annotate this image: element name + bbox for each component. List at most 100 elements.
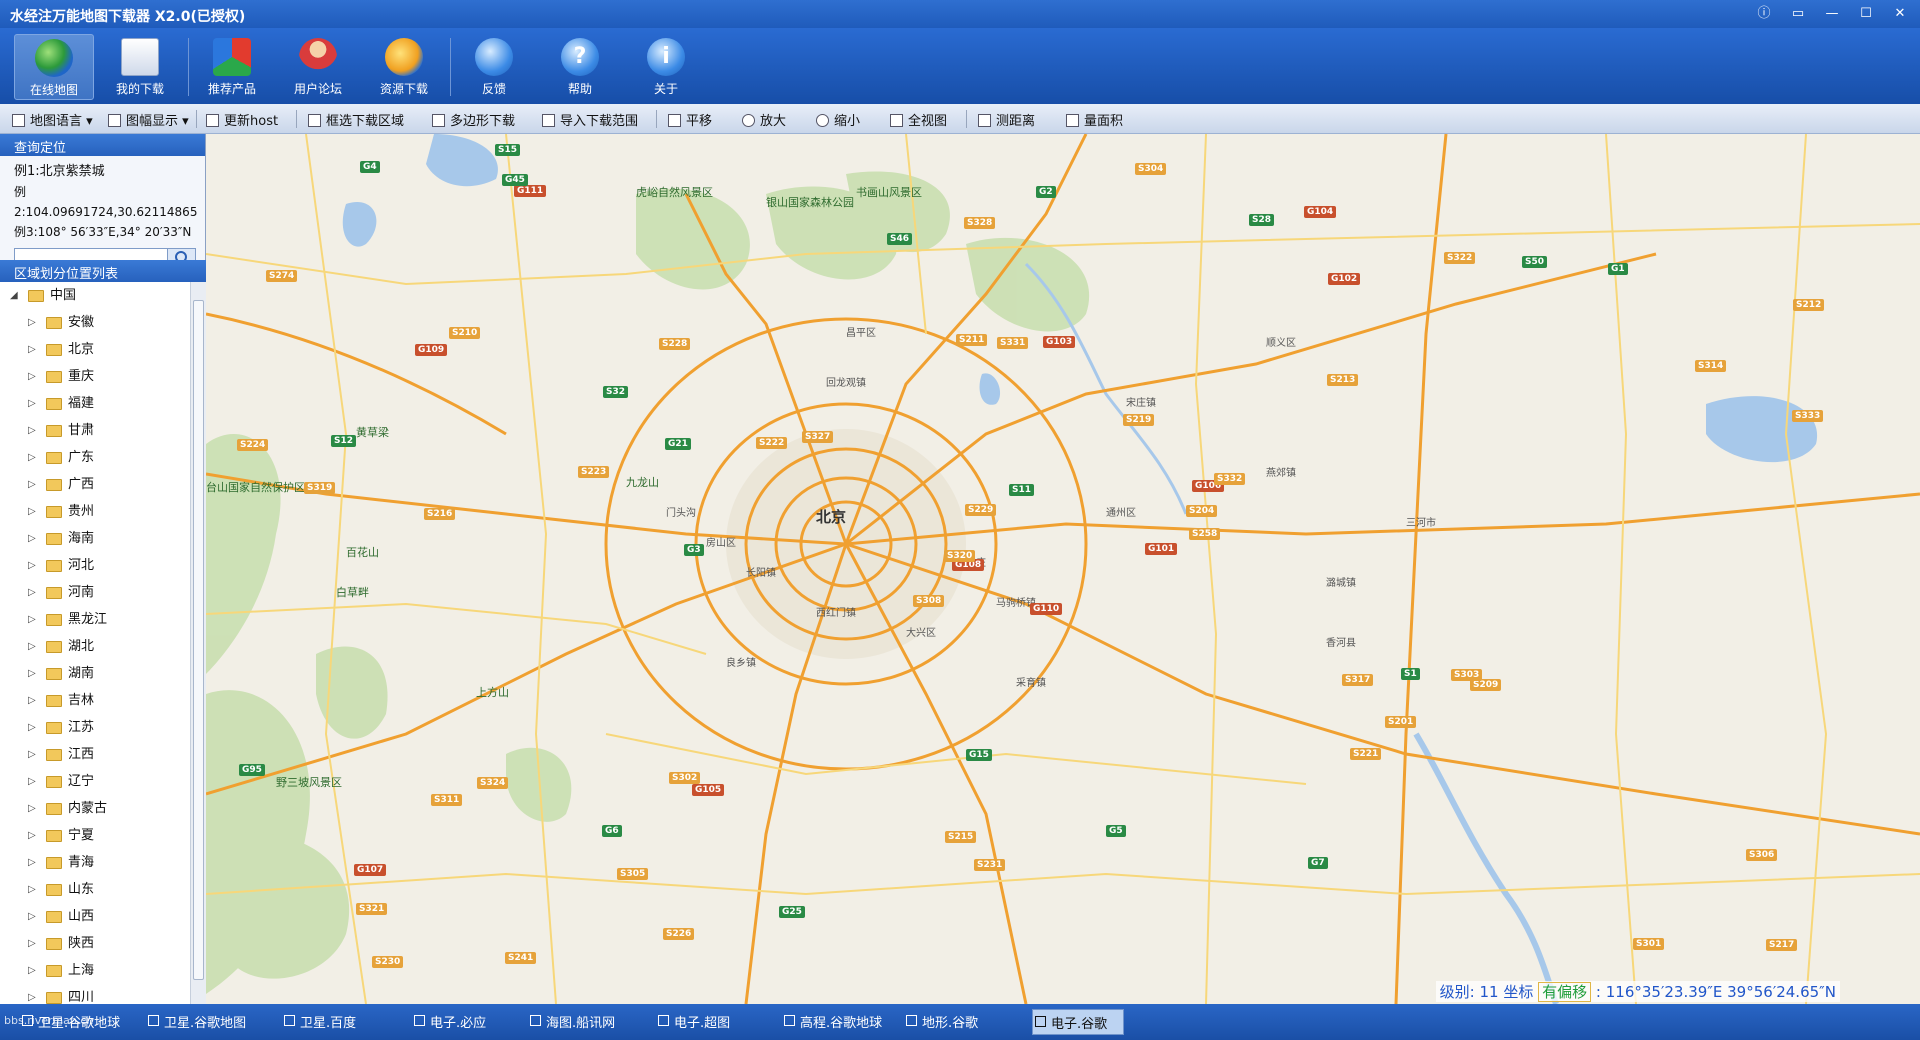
tree-node-province[interactable]: ▷ 山西 — [0, 903, 190, 930]
tree-node-province[interactable]: ▷ 广西 — [0, 471, 190, 498]
expand-arrow-icon[interactable]: ▷ — [28, 741, 36, 768]
expand-arrow-icon[interactable]: ▷ — [28, 930, 36, 957]
zoom-in-button[interactable]: 放大 — [742, 110, 786, 129]
ribbon-resources-button[interactable]: 资源下载 — [364, 34, 444, 100]
expand-arrow-icon[interactable]: ▷ — [28, 687, 36, 714]
ribbon-feedback-button[interactable]: 反馈 — [454, 34, 534, 100]
query-example-3: 例3:108° 56′33″E,34° 20′33″N — [14, 225, 192, 239]
tree-node-province[interactable]: ▷ 江西 — [0, 741, 190, 768]
expand-arrow-icon[interactable]: ▷ — [28, 984, 36, 1004]
tree-node-province[interactable]: ▷ 贵州 — [0, 498, 190, 525]
tree-scrollbar[interactable] — [190, 282, 206, 1004]
close-button[interactable]: ✕ — [1886, 3, 1914, 25]
import-range-button[interactable]: 导入下载范围 — [542, 110, 638, 129]
highway-shield: S50 — [1522, 256, 1548, 268]
ribbon-online-map-button[interactable]: 在线地图 — [14, 34, 94, 100]
tree-node-province[interactable]: ▷ 辽宁 — [0, 768, 190, 795]
map-canvas[interactable]: 北京 黄草梁 九龙山 百花山 白草畔 上方山 野三坡风景区 虎峪自然风景区 银山国家森林公园书… — [206, 134, 1920, 1004]
tree-node-province[interactable]: ▷ 宁夏 — [0, 822, 190, 849]
update-host-button[interactable]: 更新host — [206, 110, 279, 129]
expand-arrow-icon[interactable]: ▷ — [28, 714, 36, 741]
highway-shield: G5 — [1106, 825, 1126, 837]
expand-arrow-icon[interactable]: ▷ — [28, 390, 36, 417]
tree-node-province[interactable]: ▷ 江苏 — [0, 714, 190, 741]
tree-node-province[interactable]: ▷ 内蒙古 — [0, 795, 190, 822]
tree-node-root[interactable]: ◢ 中国 — [0, 282, 190, 309]
tree-node-province[interactable]: ▷ 海南 — [0, 525, 190, 552]
tree-node-province[interactable]: ▷ 黑龙江 — [0, 606, 190, 633]
expand-arrow-icon[interactable]: ▷ — [28, 660, 36, 687]
expand-arrow-icon[interactable]: ▷ — [28, 606, 36, 633]
expand-arrow-icon[interactable]: ▷ — [28, 444, 36, 471]
tree-node-province[interactable]: ▷ 陕西 — [0, 930, 190, 957]
ribbon-my-downloads-button[interactable]: 我的下载 — [100, 34, 180, 100]
collapse-arrow-icon[interactable]: ◢ — [10, 282, 18, 309]
ribbon-recommended-button[interactable]: 推荐产品 — [192, 34, 272, 100]
tree-node-province[interactable]: ▷ 湖南 — [0, 660, 190, 687]
tree-node-label: 重庆 — [68, 369, 95, 384]
tab-label: 电子.必应 — [430, 1016, 487, 1031]
expand-arrow-icon[interactable]: ▷ — [28, 363, 36, 390]
expand-arrow-icon[interactable]: ▷ — [28, 417, 36, 444]
map-language-dropdown[interactable]: 地图语言 ▾ — [12, 110, 93, 129]
expand-arrow-icon[interactable]: ▷ — [28, 633, 36, 660]
expand-arrow-icon[interactable]: ▷ — [28, 552, 36, 579]
tree-node-province[interactable]: ▷ 甘肃 — [0, 417, 190, 444]
expand-arrow-icon[interactable]: ▷ — [28, 309, 36, 336]
expand-arrow-icon[interactable]: ▷ — [28, 768, 36, 795]
pan-button[interactable]: 平移 — [668, 110, 712, 129]
expand-arrow-icon[interactable]: ▷ — [28, 336, 36, 363]
expand-arrow-icon[interactable]: ▷ — [28, 795, 36, 822]
maximize-button[interactable]: ☐ — [1852, 3, 1880, 25]
measure-distance-button[interactable]: 测距离 — [978, 110, 1035, 129]
highway-shield: S306 — [1746, 849, 1778, 861]
tree-node-province[interactable]: ▷ 安徽 — [0, 309, 190, 336]
map-source-tab[interactable]: 电子.谷歌 — [1032, 1009, 1124, 1035]
sheet-display-dropdown[interactable]: 图幅显示 ▾ — [108, 110, 189, 129]
map-source-tab[interactable]: 卫星.谷歌地球 — [20, 1012, 120, 1032]
measure-area-button[interactable]: 量面积 — [1066, 110, 1123, 129]
map-source-tab[interactable]: 电子.必应 — [412, 1012, 486, 1032]
tree-node-province[interactable]: ▷ 四川 — [0, 984, 190, 1004]
map-source-tab[interactable]: 卫星.谷歌地图 — [146, 1012, 246, 1032]
zoom-out-button[interactable]: 缩小 — [816, 110, 860, 129]
map-source-tab[interactable]: 电子.超图 — [656, 1012, 730, 1032]
tree-node-province[interactable]: ▷ 福建 — [0, 390, 190, 417]
restore-icon[interactable]: ▭ — [1784, 3, 1812, 25]
full-view-button[interactable]: 全视图 — [890, 110, 947, 129]
expand-arrow-icon[interactable]: ▷ — [28, 849, 36, 876]
ribbon-about-button[interactable]: i 关于 — [626, 34, 706, 100]
tree-node-province[interactable]: ▷ 河南 — [0, 579, 190, 606]
expand-arrow-icon[interactable]: ▷ — [28, 957, 36, 984]
ribbon-help-button[interactable]: ? 帮助 — [540, 34, 620, 100]
expand-arrow-icon[interactable]: ▷ — [28, 822, 36, 849]
expand-arrow-icon[interactable]: ▷ — [28, 903, 36, 930]
tree-node-province[interactable]: ▷ 河北 — [0, 552, 190, 579]
tree-node-province[interactable]: ▷ 青海 — [0, 849, 190, 876]
rect-select-download-button[interactable]: 框选下载区域 — [308, 110, 404, 129]
expand-arrow-icon[interactable]: ▷ — [28, 876, 36, 903]
info-icon[interactable]: ⓘ — [1750, 3, 1778, 25]
expand-arrow-icon[interactable]: ▷ — [28, 579, 36, 606]
map-source-tab[interactable]: 卫星.百度 — [282, 1012, 356, 1032]
tree-node-province[interactable]: ▷ 广东 — [0, 444, 190, 471]
toolbar-label: 更新host — [224, 114, 279, 129]
expand-arrow-icon[interactable]: ▷ — [28, 498, 36, 525]
minimize-button[interactable]: — — [1818, 3, 1846, 25]
tree-node-province[interactable]: ▷ 上海 — [0, 957, 190, 984]
expand-arrow-icon[interactable]: ▷ — [28, 471, 36, 498]
tree-node-province[interactable]: ▷ 湖北 — [0, 633, 190, 660]
tree-node-province[interactable]: ▷ 吉林 — [0, 687, 190, 714]
ribbon-separator — [188, 38, 189, 96]
expand-arrow-icon[interactable]: ▷ — [28, 525, 36, 552]
polygon-download-button[interactable]: 多边形下载 — [432, 110, 515, 129]
scrollbar-thumb[interactable] — [193, 300, 204, 980]
tree-node-province[interactable]: ▷ 山东 — [0, 876, 190, 903]
tree-node-province[interactable]: ▷ 重庆 — [0, 363, 190, 390]
map-source-tab[interactable]: 海图.船讯网 — [528, 1012, 615, 1032]
map-source-tab[interactable]: 高程.谷歌地球 — [782, 1012, 882, 1032]
ribbon-forum-button[interactable]: 用户论坛 — [278, 34, 358, 100]
map-source-tab[interactable]: 地形.谷歌 — [904, 1012, 978, 1032]
map-source-tabs: bbs.rivermap.cn 卫星.谷歌地球 卫星.谷歌地图 卫星.百度 电子.必应… — [0, 1004, 1920, 1040]
tree-node-province[interactable]: ▷ 北京 — [0, 336, 190, 363]
